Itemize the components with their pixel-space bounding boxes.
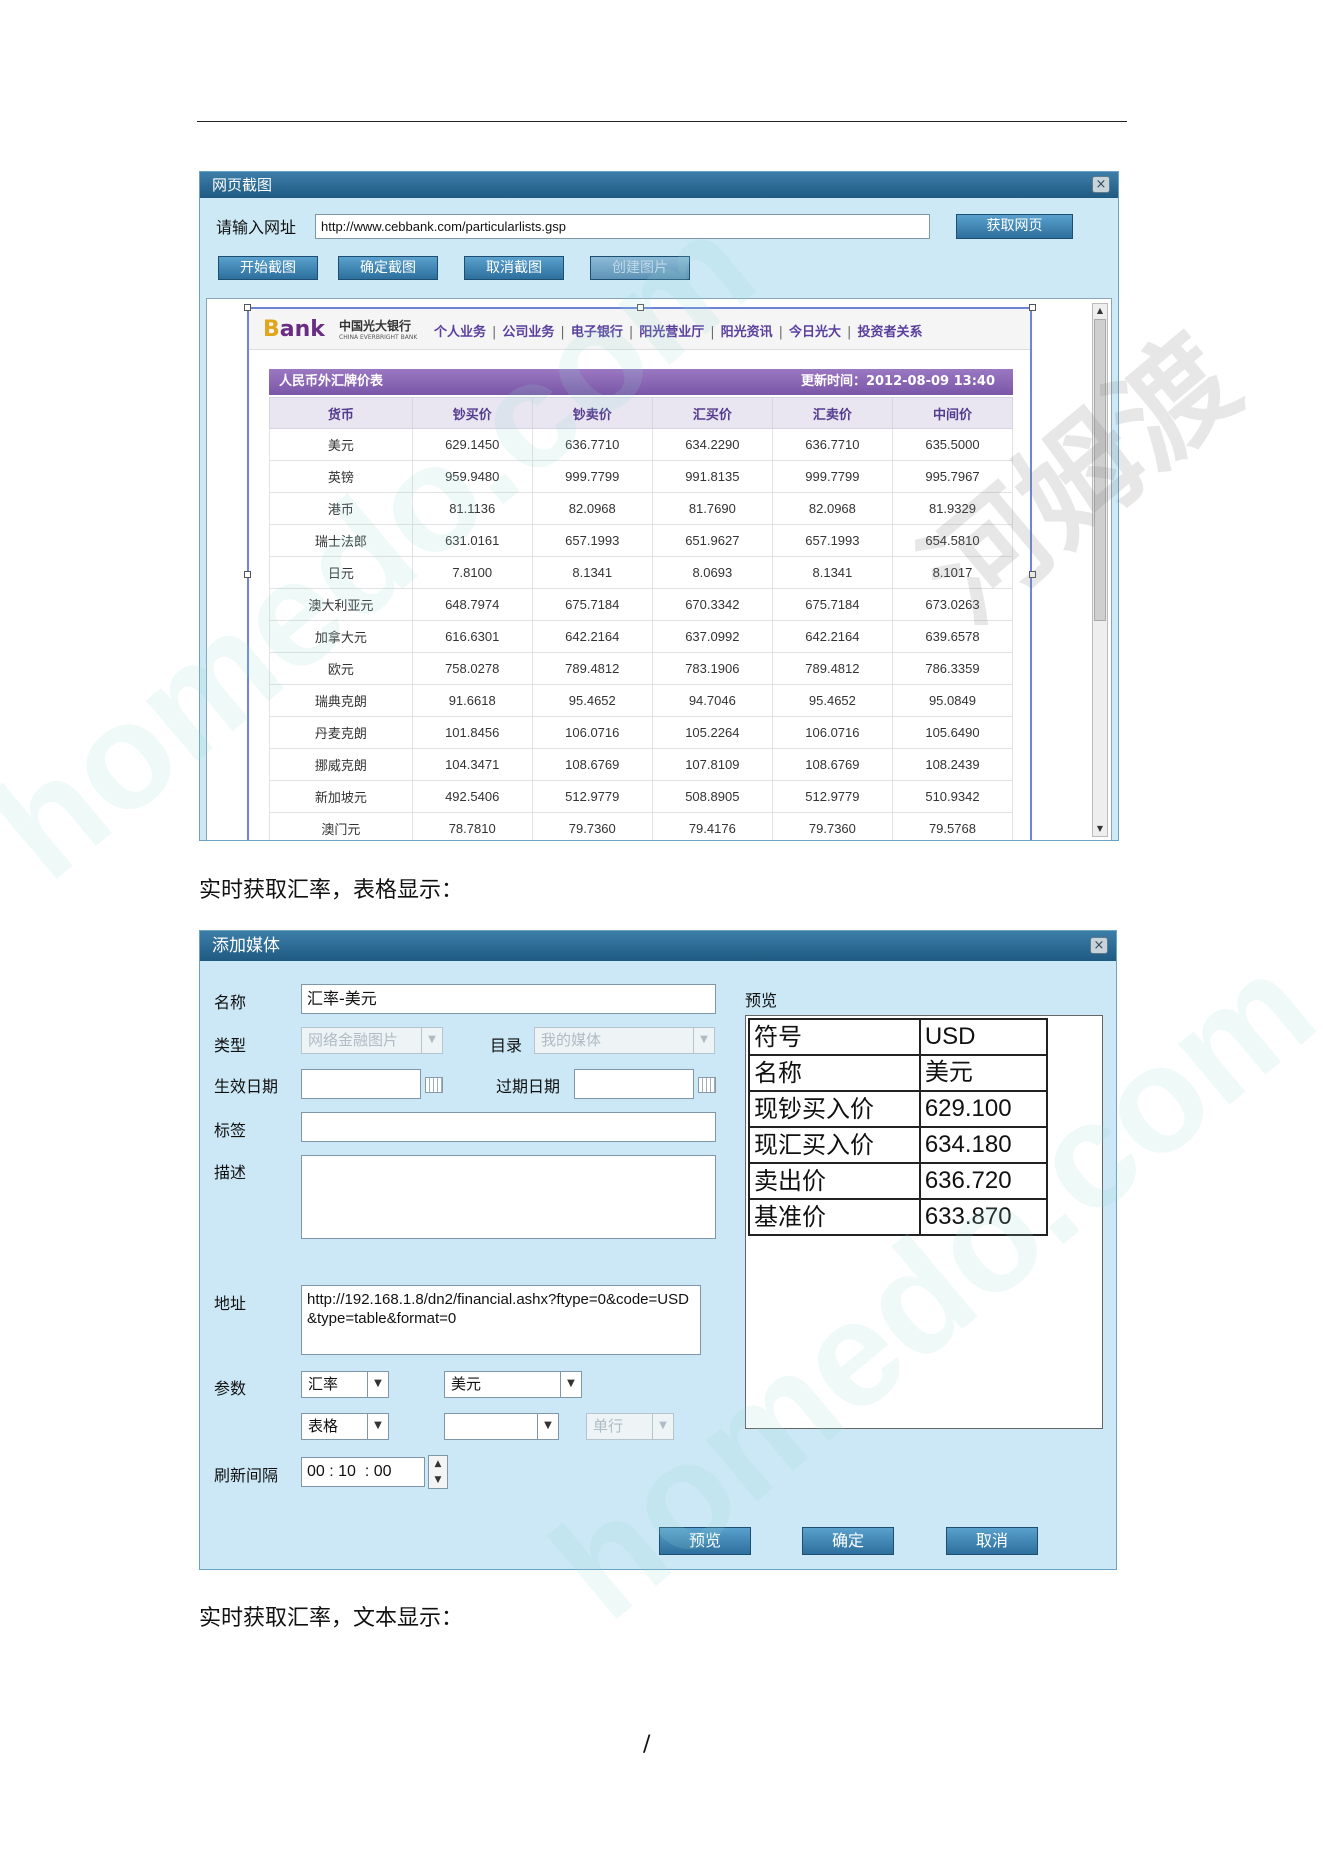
- param-format-value: 表格: [308, 1417, 339, 1435]
- expire-date-input[interactable]: [574, 1069, 694, 1099]
- dialog-title: 网页截图: [212, 176, 273, 194]
- param-format-select[interactable]: 表格 ▼: [301, 1413, 389, 1440]
- chevron-down-icon[interactable]: ▼: [367, 1414, 388, 1439]
- preview-field-value: 美元: [918, 1054, 1049, 1092]
- chevron-down-icon[interactable]: ▼: [367, 1372, 388, 1397]
- chevron-down-icon[interactable]: ▼: [560, 1372, 581, 1397]
- create-image-button[interactable]: 创建图片: [590, 256, 690, 280]
- vertical-scrollbar[interactable]: ▲ ▼: [1092, 303, 1108, 837]
- params-label: 参数: [214, 1379, 247, 1398]
- webpage-viewport[interactable]: Bank 中国光大银行 CHINA EVERBRIGHT BANK 个人业务 | 公…: [206, 298, 1112, 840]
- param-currency-value: 美元: [451, 1375, 482, 1393]
- preview-field-name: 卖出价: [748, 1162, 921, 1200]
- address-textarea[interactable]: http://192.168.1.8/dn2/financial.ashx?ft…: [301, 1285, 701, 1355]
- chevron-down-icon[interactable]: ▼: [693, 1028, 714, 1053]
- preview-field-value: 636.720: [918, 1162, 1049, 1200]
- selection-handle[interactable]: [1029, 571, 1036, 578]
- effective-date-label: 生效日期: [214, 1077, 279, 1096]
- preview-button[interactable]: 预览: [659, 1527, 751, 1555]
- chevron-down-icon[interactable]: ▼: [421, 1028, 442, 1053]
- param-currency-select[interactable]: 美元 ▼: [444, 1371, 582, 1398]
- selection-handle[interactable]: [244, 571, 251, 578]
- selection-handle[interactable]: [244, 304, 251, 311]
- fetch-page-button[interactable]: 获取网页: [956, 214, 1073, 239]
- close-icon[interactable]: ×: [1090, 937, 1108, 954]
- page-number: /: [643, 1732, 651, 1757]
- table-row: 符号 USD: [748, 1018, 1049, 1056]
- table-row: 基准价 633.870: [748, 1198, 1049, 1236]
- selection-handle[interactable]: [1029, 304, 1036, 311]
- preview-table: 符号 USD 名称 美元 现钞买入价 629.100 现汇买入价 634.180 卖出价 636.…: [748, 1018, 1049, 1236]
- chevron-down-icon[interactable]: ▼: [652, 1414, 673, 1439]
- table-row: 现钞买入价 629.100: [748, 1090, 1049, 1128]
- table-row: 名称 美元: [748, 1054, 1049, 1092]
- refresh-label: 刷新间隔: [214, 1466, 279, 1485]
- table-row: 卖出价 636.720: [748, 1162, 1049, 1200]
- calendar-icon[interactable]: [425, 1077, 443, 1093]
- param-category-select[interactable]: 汇率 ▼: [301, 1371, 389, 1398]
- preview-field-value: 629.100: [918, 1090, 1049, 1128]
- param-extra-select[interactable]: ▼: [444, 1413, 559, 1440]
- preview-field-name: 符号: [748, 1018, 921, 1056]
- selection-handle[interactable]: [637, 304, 644, 311]
- close-icon[interactable]: ×: [1092, 176, 1110, 193]
- preview-field-value: 633.870: [918, 1198, 1049, 1236]
- refresh-spinner[interactable]: ▲ ▼: [428, 1455, 448, 1489]
- cancel-button[interactable]: 取消: [946, 1527, 1038, 1555]
- preview-table-body: 符号 USD 名称 美元 现钞买入价 629.100 现汇买入价 634.180 卖出价 636.…: [748, 1018, 1049, 1236]
- preview-label: 预览: [745, 991, 778, 1010]
- webpage-capture-dialog: 网页截图 × 请输入网址 http://www.cebbank.com/part…: [199, 171, 1119, 841]
- preview-field-name: 现汇买入价: [748, 1126, 921, 1164]
- tag-input[interactable]: [301, 1112, 716, 1142]
- ok-button[interactable]: 确定: [802, 1527, 894, 1555]
- caption-table-display: 实时获取汇率，表格显示：: [199, 878, 464, 903]
- table-row: 现汇买入价 634.180: [748, 1126, 1049, 1164]
- expire-date-label: 过期日期: [496, 1077, 561, 1096]
- dialog-title-bar: 网页截图 ×: [200, 172, 1118, 198]
- spin-up-icon[interactable]: ▲: [429, 1456, 447, 1472]
- capture-selection-box[interactable]: [247, 307, 1032, 840]
- add-media-dialog: 添加媒体 × 名称 汇率-美元 类型 网络金融图片 ▼ 目录 我的媒体 ▼ 生效…: [199, 930, 1117, 1570]
- param-category-value: 汇率: [308, 1375, 339, 1393]
- preview-field-value: USD: [918, 1018, 1049, 1056]
- type-select[interactable]: 网络金融图片 ▼: [301, 1027, 443, 1054]
- name-input[interactable]: 汇率-美元: [301, 984, 716, 1014]
- preview-field-name: 名称: [748, 1054, 921, 1092]
- scrollbar-thumb[interactable]: [1094, 319, 1106, 621]
- catalog-select[interactable]: 我的媒体 ▼: [534, 1027, 715, 1054]
- spin-down-icon[interactable]: ▼: [429, 1472, 447, 1488]
- address-label: 地址: [214, 1294, 247, 1313]
- confirm-capture-button[interactable]: 确定截图: [338, 256, 438, 280]
- refresh-interval-input[interactable]: 00 : 10 : 00: [301, 1457, 425, 1487]
- calendar-icon[interactable]: [698, 1077, 716, 1093]
- preview-panel: 符号 USD 名称 美元 现钞买入价 629.100 现汇买入价 634.180 卖出价 636.…: [745, 1015, 1103, 1429]
- catalog-select-value: 我的媒体: [541, 1031, 602, 1049]
- cancel-capture-button[interactable]: 取消截图: [464, 256, 564, 280]
- type-select-value: 网络金融图片: [308, 1031, 399, 1049]
- caption-text-display: 实时获取汇率，文本显示：: [199, 1606, 464, 1631]
- header-rule: [197, 121, 1127, 122]
- dialog-title-bar: 添加媒体 ×: [200, 931, 1116, 961]
- dialog-title: 添加媒体: [212, 936, 280, 956]
- preview-field-name: 基准价: [748, 1198, 921, 1236]
- chevron-down-icon[interactable]: ▼: [537, 1414, 558, 1439]
- effective-date-input[interactable]: [301, 1069, 421, 1099]
- param-line-select[interactable]: 单行 ▼: [586, 1413, 674, 1440]
- name-label: 名称: [214, 993, 247, 1012]
- description-textarea[interactable]: [301, 1155, 716, 1239]
- catalog-label: 目录: [490, 1036, 523, 1055]
- scroll-down-icon[interactable]: ▼: [1093, 822, 1107, 836]
- start-capture-button[interactable]: 开始截图: [218, 256, 318, 280]
- param-line-value: 单行: [593, 1417, 624, 1435]
- description-label: 描述: [214, 1163, 247, 1182]
- url-input[interactable]: http://www.cebbank.com/particularlists.g…: [315, 214, 930, 239]
- url-label: 请输入网址: [216, 218, 297, 237]
- tag-label: 标签: [214, 1121, 247, 1140]
- preview-field-name: 现钞买入价: [748, 1090, 921, 1128]
- scroll-up-icon[interactable]: ▲: [1093, 304, 1107, 318]
- type-label: 类型: [214, 1036, 247, 1055]
- preview-field-value: 634.180: [918, 1126, 1049, 1164]
